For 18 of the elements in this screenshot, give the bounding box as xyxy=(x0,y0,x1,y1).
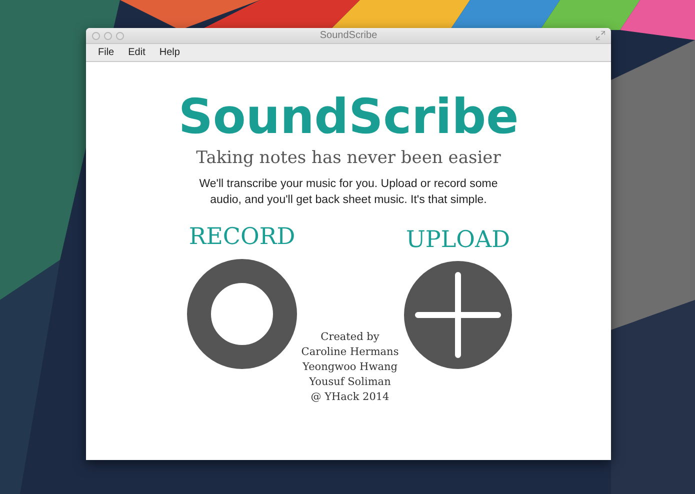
minimize-button[interactable] xyxy=(104,32,112,40)
app-title: SoundScribe xyxy=(178,88,519,146)
record-icon[interactable] xyxy=(186,258,298,370)
menu-item[interactable]: Edit xyxy=(128,47,146,58)
tagline: Taking notes has never been easier xyxy=(196,148,501,168)
menu-item[interactable]: File xyxy=(98,47,114,58)
close-button[interactable] xyxy=(92,32,100,40)
plus-icon[interactable] xyxy=(404,261,512,369)
menu-item[interactable]: Help xyxy=(159,47,180,58)
credit-line: Yeongwoo Hwang xyxy=(302,360,398,375)
credit-line: Created by xyxy=(320,330,380,345)
zoom-button[interactable] xyxy=(116,32,124,40)
credit-line: Caroline Hermans xyxy=(301,345,399,360)
credit-line: Yousuf Soliman xyxy=(309,375,391,390)
fullscreen-icon[interactable] xyxy=(596,31,606,40)
description: We'll transcribe your music for you. Upload or record some audio, and you'll get back sheet music. It's that simple. xyxy=(198,177,498,208)
credit-line: @ YHack 2014 xyxy=(310,390,390,405)
window-title: SoundScribe xyxy=(320,30,378,41)
